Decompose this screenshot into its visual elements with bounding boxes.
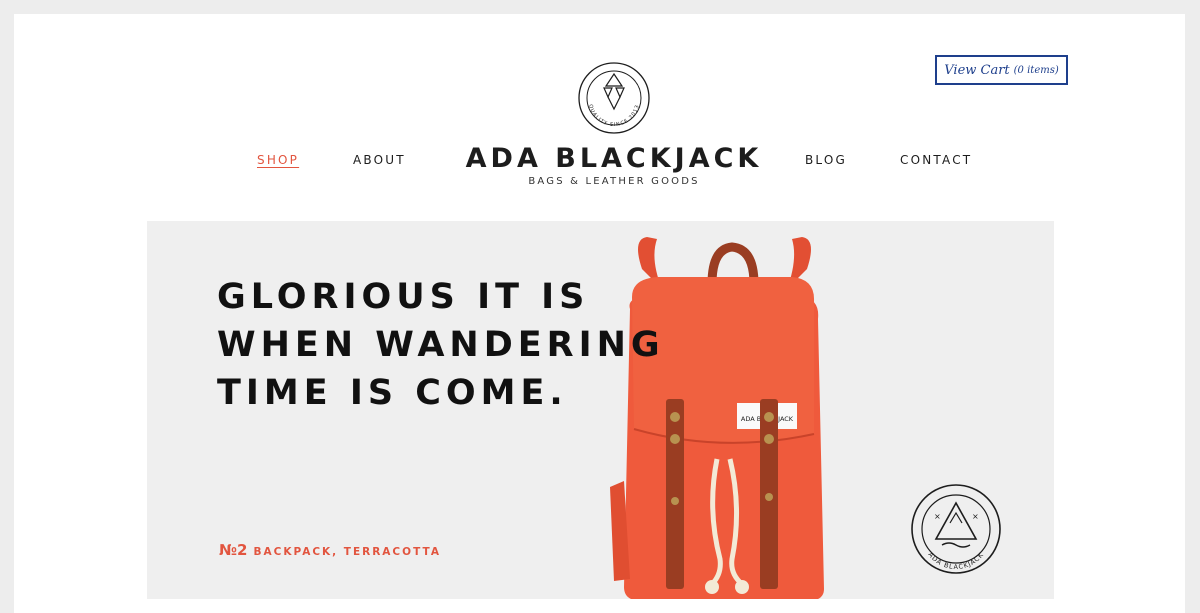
view-cart-button[interactable]: View Cart (0 items)	[935, 55, 1068, 85]
svg-text:QUALITY SINCE 2013: QUALITY SINCE 2013	[587, 104, 641, 128]
logo-seal-text: QUALITY SINCE 2013	[587, 104, 640, 128]
svg-text:×: ×	[934, 512, 941, 521]
nav-shop[interactable]: SHOP	[257, 153, 299, 167]
hero-headline: GLORIOUS IT IS WHEN WANDERING TIME IS CO…	[217, 273, 687, 417]
hero-banner[interactable]: GLORIOUS IT IS WHEN WANDERING TIME IS CO…	[147, 221, 1054, 599]
hero-headline-line: GLORIOUS IT IS	[217, 277, 590, 317]
cart-item-count: (0 items)	[1013, 64, 1059, 76]
nav-about[interactable]: ABOUT	[353, 153, 406, 167]
nav-blog[interactable]: BLOG	[805, 153, 847, 167]
product-name: BACKPACK, TERRACOTTA	[253, 546, 441, 558]
brand-wordmark[interactable]: ADA BLACKJACK BAGS & LEATHER GOODS	[444, 142, 784, 188]
view-cart-label: View Cart	[944, 62, 1010, 78]
brand-name: ADA BLACKJACK	[465, 143, 763, 174]
brand-tagline: BAGS & LEATHER GOODS	[528, 176, 700, 187]
hero-headline-line: TIME IS COME.	[217, 373, 568, 413]
hero-product-link[interactable]: №2 BACKPACK, TERRACOTTA	[219, 541, 441, 559]
brand-stamp-icon: × × ADA BLACKJACK	[911, 484, 1001, 574]
svg-text:×: ×	[972, 512, 979, 521]
hero-headline-line: WHEN WANDERING	[217, 325, 665, 365]
brand-logo-icon[interactable]: QUALITY SINCE 2013	[577, 61, 651, 135]
nav-contact[interactable]: CONTACT	[900, 153, 972, 167]
product-number: №2	[219, 541, 248, 559]
